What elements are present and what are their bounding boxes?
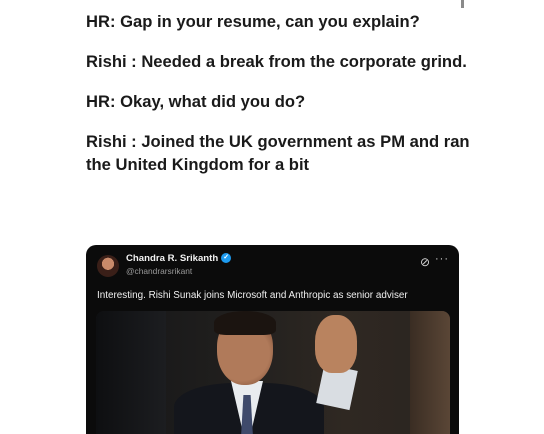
scrollbar-thumb[interactable] bbox=[461, 0, 464, 8]
more-options-icon[interactable]: ··· bbox=[435, 253, 449, 265]
avatar[interactable] bbox=[97, 255, 119, 277]
dialogue-line-hr-question: HR: Gap in your resume, can you explain? bbox=[86, 12, 420, 31]
verified-badge-icon: ✓ bbox=[221, 253, 232, 264]
dialogue-line-rishi-answer: Rishi : Needed a break from the corporat… bbox=[86, 52, 467, 71]
post-handle[interactable]: @chandrarsrikant bbox=[126, 266, 192, 276]
post-author[interactable]: Chandra R. Srikanth ✓ bbox=[126, 253, 232, 264]
dialogue-line-hr-followup: HR: Okay, what did you do? bbox=[86, 92, 306, 111]
post-body-text: Interesting. Rishi Sunak joins Microsoft… bbox=[97, 290, 408, 301]
embedded-post-card[interactable]: Chandra R. Srikanth ✓ @chandrarsrikant ⊘ … bbox=[86, 245, 459, 434]
post-author-name[interactable]: Chandra R. Srikanth bbox=[126, 253, 218, 264]
dialogue-text-block: HR: Gap in your resume, can you explain?… bbox=[86, 10, 486, 176]
grok-icon[interactable]: ⊘ bbox=[420, 255, 430, 269]
dialogue-line-rishi-punchline: Rishi : Joined the UK government as PM a… bbox=[86, 132, 470, 174]
post-photo[interactable] bbox=[96, 311, 450, 434]
